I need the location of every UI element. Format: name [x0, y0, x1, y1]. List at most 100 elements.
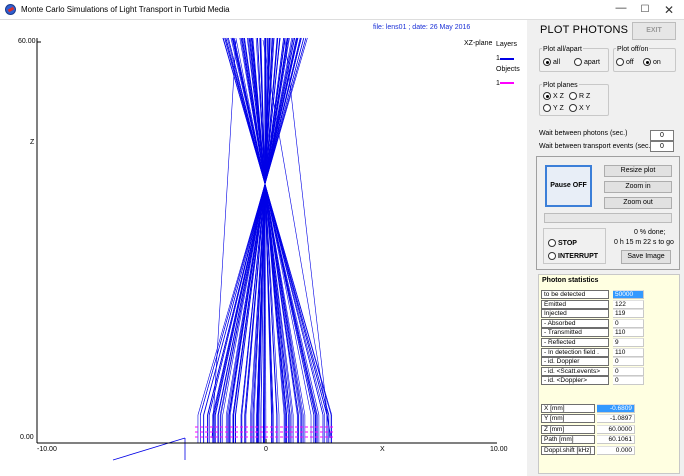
- radio-all-indicator: [543, 58, 551, 66]
- radio-all-label: all: [553, 58, 561, 66]
- coord-row-value[interactable]: -1.0897: [597, 414, 635, 424]
- y-tick-label-top: 60.00: [18, 38, 36, 45]
- radio-interrupt-indicator: [548, 252, 556, 260]
- stats-row-label: Emitted: [541, 299, 609, 309]
- radio-on-label: on: [653, 58, 661, 66]
- plane-label: XZ-plane: [464, 40, 493, 47]
- x-tick-label-right: 10.00: [490, 446, 508, 453]
- radio-apart[interactable]: apart: [574, 58, 600, 66]
- zoom-in-button[interactable]: Zoom in: [604, 181, 672, 193]
- exit-button[interactable]: EXIT: [632, 22, 676, 40]
- wait-photons-input[interactable]: 0: [650, 130, 674, 141]
- close-button[interactable]: ✕: [662, 3, 676, 17]
- photon-ray-segment: [203, 37, 305, 416]
- stats-row-value[interactable]: 110: [613, 328, 644, 338]
- coord-row-label: Y [mm]: [541, 414, 595, 424]
- panel-title: PLOT PHOTONS: [540, 24, 629, 36]
- stats-row-value[interactable]: 122: [613, 299, 644, 309]
- stats-row-value[interactable]: 0: [613, 357, 644, 367]
- stats-row-label: - In detection field .: [541, 347, 609, 357]
- zoom-out-button[interactable]: Zoom out: [604, 197, 672, 209]
- photon-rays: [112, 37, 333, 461]
- y-tick-label-bottom: 0.00: [20, 434, 34, 441]
- radio-all[interactable]: all: [543, 58, 560, 66]
- minimize-button[interactable]: —: [614, 1, 628, 15]
- resize-plot-button[interactable]: Resize plot: [604, 165, 672, 177]
- stats-row-label: - id. <Scatt.events>: [541, 366, 609, 376]
- stats-row-value[interactable]: 50000: [613, 290, 644, 299]
- title-bar: Monte Carlo Simulations of Light Transpo…: [0, 0, 684, 20]
- photon-ray-segment: [241, 37, 302, 416]
- radio-plane-xz-indicator: [543, 92, 551, 100]
- radio-on-indicator: [643, 58, 651, 66]
- x-axis-title: X: [380, 446, 385, 453]
- stats-row-label: - Reflected: [541, 338, 609, 347]
- radio-off-label: off: [626, 58, 634, 66]
- y-axis-title: Z: [30, 139, 35, 146]
- stats-row-label: - id. Doppler: [541, 357, 609, 367]
- time-to-go-text: 0 h 15 m 22 s to go: [614, 239, 674, 246]
- stats-row-label: - Transmitted: [541, 328, 609, 338]
- stats-row-value[interactable]: 119: [613, 309, 644, 319]
- coord-row-value[interactable]: 60.0000: [597, 424, 635, 434]
- x-tick-label-mid: 0: [264, 446, 268, 453]
- radio-plane-yz-label: Y Z: [553, 104, 564, 112]
- plot-off-on-label: Plot off/on: [616, 46, 650, 53]
- coord-row-value[interactable]: 0.000: [597, 445, 635, 455]
- radio-apart-label: apart: [584, 58, 600, 66]
- coord-row-label: Z [mm]: [541, 424, 595, 434]
- radio-plane-xy-indicator: [569, 104, 577, 112]
- stats-row-label: Injected: [541, 309, 609, 319]
- coord-row-label: Doppl.shift [kHz]: [541, 445, 595, 455]
- pause-button[interactable]: Pause OFF: [545, 165, 592, 207]
- stats-row-value[interactable]: 0: [613, 366, 644, 376]
- stats-row-label: - id. <Doppler>: [541, 376, 609, 386]
- window-title: Monte Carlo Simulations of Light Transpo…: [21, 5, 230, 14]
- radio-plane-xy[interactable]: X Y: [569, 104, 590, 112]
- done-text: 0 % done;: [634, 229, 666, 236]
- radio-apart-indicator: [574, 58, 582, 66]
- x-tick-label-left: -10.00: [37, 446, 57, 453]
- legend-layers-title: Layers: [496, 41, 518, 48]
- radio-plane-xz-label: X Z: [553, 92, 564, 100]
- stats-row-value[interactable]: 9: [613, 338, 644, 347]
- wait-events-input[interactable]: 0: [650, 141, 674, 152]
- radio-plane-yz[interactable]: Y Z: [543, 104, 564, 112]
- photon-statistics-title: Photon statistics: [542, 277, 599, 284]
- radio-on[interactable]: on: [643, 58, 661, 66]
- coord-row-label: X [mm]: [541, 404, 595, 413]
- radio-stop[interactable]: STOP: [548, 239, 577, 247]
- wait-photons-label: Wait between photons (sec.): [539, 130, 628, 137]
- radio-plane-yz-indicator: [543, 104, 551, 112]
- radio-interrupt[interactable]: INTERRUPT: [548, 252, 598, 260]
- plot-planes-label: Plot planes: [542, 82, 579, 89]
- progress-bar: [544, 213, 672, 223]
- app-icon: [5, 4, 16, 15]
- stats-row-label: - Absorbed: [541, 318, 609, 328]
- stats-row-value[interactable]: 0: [613, 318, 644, 328]
- photon-plot: [36, 37, 497, 461]
- file-info: file: lens01 ; date: 26 May 2016: [373, 24, 471, 31]
- photon-ray-segment: [230, 37, 320, 416]
- radio-plane-rz-label: R Z: [579, 92, 591, 100]
- wait-events-label: Wait between transport events (sec.): [539, 143, 653, 150]
- radio-off[interactable]: off: [616, 58, 634, 66]
- photon-ray-segment: [112, 437, 186, 461]
- coord-row-value[interactable]: 60.1061: [597, 435, 635, 445]
- stats-row-value[interactable]: 110: [613, 347, 644, 357]
- radio-plane-rz[interactable]: R Z: [569, 92, 590, 100]
- plot-all-apart-label: Plot all/apart: [542, 46, 583, 53]
- legend-layers-swatch: [500, 58, 514, 60]
- radio-plane-xz[interactable]: X Z: [543, 92, 564, 100]
- legend-objects-swatch: [500, 82, 514, 84]
- maximize-button[interactable]: ☐: [638, 3, 652, 17]
- legend-objects-title: Objects: [496, 66, 520, 73]
- coord-row-value[interactable]: -0.6809: [597, 404, 635, 413]
- coord-row-label: Path [mm]: [541, 435, 595, 445]
- radio-plane-xy-label: X Y: [579, 104, 591, 112]
- save-image-button[interactable]: Save Image: [621, 250, 671, 264]
- radio-stop-indicator: [548, 239, 556, 247]
- stats-row-value[interactable]: 0: [613, 376, 644, 386]
- radio-off-indicator: [616, 58, 624, 66]
- radio-plane-rz-indicator: [569, 92, 577, 100]
